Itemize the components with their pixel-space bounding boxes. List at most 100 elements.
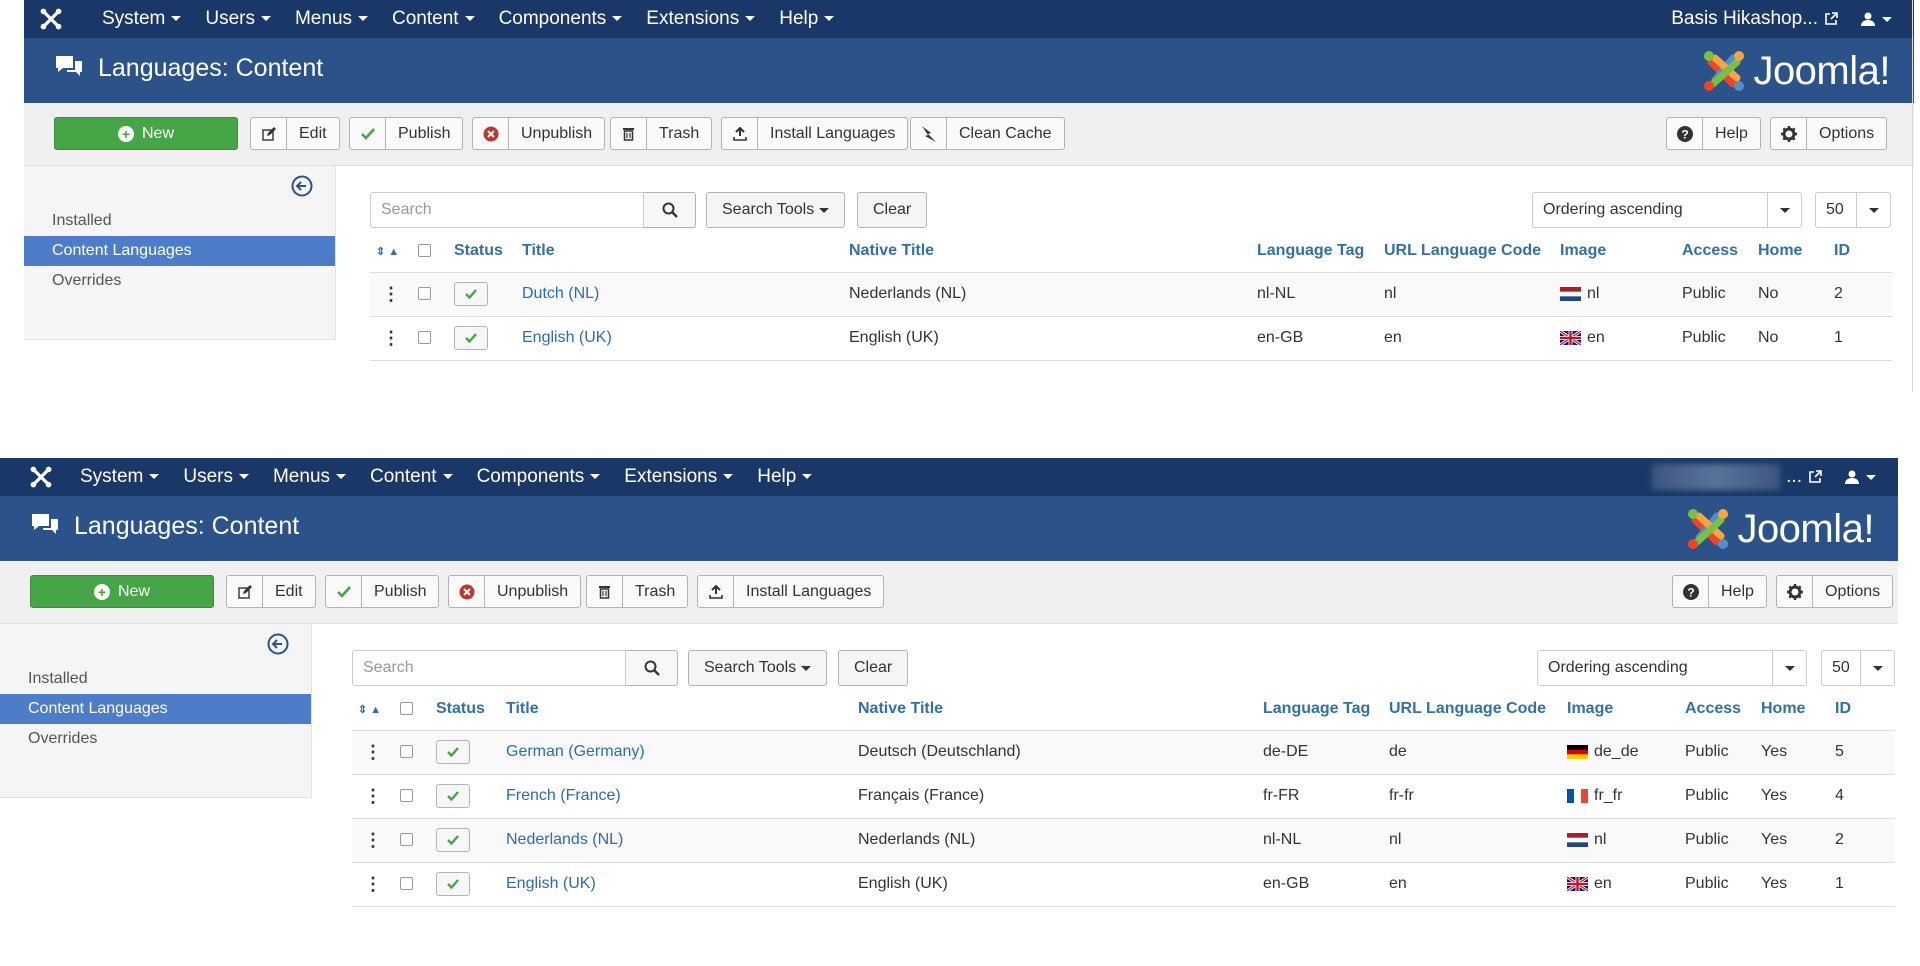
publish-button[interactable]: Publish xyxy=(349,117,464,150)
limit-select[interactable]: 50 xyxy=(1815,192,1891,228)
col-id[interactable]: ID xyxy=(1828,230,1892,273)
col-access[interactable]: Access xyxy=(1679,688,1755,731)
sidebar-item-content-languages[interactable]: Content Languages xyxy=(0,694,311,724)
options-button[interactable]: Options xyxy=(1770,117,1888,150)
limit-select[interactable]: 50 xyxy=(1821,650,1895,686)
install-languages-button[interactable]: Install Languages xyxy=(721,117,909,150)
home-cell[interactable]: Yes xyxy=(1755,861,1829,907)
clean-cache-button[interactable]: Clean Cache xyxy=(910,117,1065,150)
new-button[interactable]: + New xyxy=(54,117,238,150)
edit-button[interactable]: Edit xyxy=(226,575,316,608)
col-title[interactable]: Title xyxy=(500,688,852,731)
home-cell[interactable]: Yes xyxy=(1755,817,1829,862)
language-title-link[interactable]: Dutch (NL) xyxy=(522,285,599,302)
menu-system[interactable]: System xyxy=(90,0,193,38)
ordering-select[interactable]: Ordering ascending xyxy=(1537,650,1807,686)
language-title-link[interactable]: English (UK) xyxy=(506,875,596,892)
menu-menus[interactable]: Menus xyxy=(261,458,358,496)
sidebar-item-overrides[interactable]: Overrides xyxy=(24,266,335,296)
col-status[interactable]: Status xyxy=(430,688,500,731)
col-id[interactable]: ID xyxy=(1829,688,1895,731)
sidebar-item-installed[interactable]: Installed xyxy=(24,206,335,236)
sidebar-item-content-languages[interactable]: Content Languages xyxy=(24,236,335,266)
language-title-link[interactable]: Nederlands (NL) xyxy=(506,831,623,848)
help-button[interactable]: ? Help xyxy=(1666,117,1761,150)
col-native-title[interactable]: Native Title xyxy=(852,688,1257,731)
menu-components[interactable]: Components xyxy=(465,458,613,496)
row-checkbox[interactable] xyxy=(400,745,413,759)
row-checkbox[interactable] xyxy=(418,287,431,301)
home-cell[interactable]: Yes xyxy=(1755,773,1829,818)
drag-handle-icon[interactable]: ⋮ xyxy=(370,315,412,361)
search-tools-button[interactable]: Search Tools xyxy=(688,650,828,686)
search-button[interactable] xyxy=(626,650,678,686)
user-menu[interactable] xyxy=(1860,11,1892,27)
language-title-link[interactable]: French (France) xyxy=(506,787,621,804)
menu-users[interactable]: Users xyxy=(193,0,283,38)
clear-button[interactable]: Clear xyxy=(857,192,928,228)
menu-menus[interactable]: Menus xyxy=(283,0,380,38)
ordering-select[interactable]: Ordering ascending xyxy=(1532,192,1802,228)
edit-button[interactable]: Edit xyxy=(250,117,340,150)
ordering-sort-header[interactable]: ⇕ ▲ xyxy=(352,688,394,731)
col-image[interactable]: Image xyxy=(1554,230,1676,273)
col-language-tag[interactable]: Language Tag xyxy=(1251,230,1378,273)
col-status[interactable]: Status xyxy=(448,230,516,273)
new-button[interactable]: + New xyxy=(30,575,214,608)
drag-handle-icon[interactable]: ⋮ xyxy=(370,271,412,316)
language-title-link[interactable]: English (UK) xyxy=(522,329,612,346)
options-button[interactable]: Options xyxy=(1776,575,1894,608)
drag-handle-icon[interactable]: ⋮ xyxy=(352,817,394,862)
published-toggle[interactable] xyxy=(436,872,470,896)
menu-extensions[interactable]: Extensions xyxy=(634,0,767,38)
menu-users[interactable]: Users xyxy=(171,458,261,496)
published-toggle[interactable] xyxy=(454,282,488,306)
col-title[interactable]: Title xyxy=(516,230,843,273)
drag-handle-icon[interactable]: ⋮ xyxy=(352,773,394,818)
col-url-code[interactable]: URL Language Code xyxy=(1383,688,1561,731)
sidebar-item-overrides[interactable]: Overrides xyxy=(0,724,311,754)
home-cell[interactable]: No xyxy=(1752,315,1828,361)
unpublish-button[interactable]: Unpublish xyxy=(448,575,582,608)
col-home[interactable]: Home xyxy=(1752,230,1828,273)
menu-extensions[interactable]: Extensions xyxy=(612,458,745,496)
trash-button[interactable]: Trash xyxy=(586,575,689,608)
home-cell[interactable]: No xyxy=(1752,271,1828,316)
search-input[interactable] xyxy=(370,192,644,228)
search-button[interactable] xyxy=(644,192,696,228)
select-all-checkbox[interactable] xyxy=(418,244,431,258)
row-checkbox[interactable] xyxy=(400,833,413,847)
menu-help[interactable]: Help xyxy=(745,458,824,496)
col-url-code[interactable]: URL Language Code xyxy=(1378,230,1554,273)
search-tools-button[interactable]: Search Tools xyxy=(706,192,846,228)
published-toggle[interactable] xyxy=(436,828,470,852)
site-link[interactable]: Basis Hikashop... xyxy=(1671,8,1838,30)
menu-content[interactable]: Content xyxy=(380,0,487,38)
published-toggle[interactable] xyxy=(436,740,470,764)
search-input[interactable] xyxy=(352,650,626,686)
unpublish-button[interactable]: Unpublish xyxy=(472,117,606,150)
col-home[interactable]: Home xyxy=(1755,688,1829,731)
site-link[interactable]: ... xyxy=(1652,464,1822,490)
col-image[interactable]: Image xyxy=(1561,688,1679,731)
clear-button[interactable]: Clear xyxy=(838,650,909,686)
published-toggle[interactable] xyxy=(436,784,470,808)
joomla-small-icon[interactable] xyxy=(28,464,54,490)
select-all-checkbox[interactable] xyxy=(400,702,413,716)
row-checkbox[interactable] xyxy=(418,331,431,345)
row-checkbox[interactable] xyxy=(400,877,413,891)
col-native-title[interactable]: Native Title xyxy=(843,230,1251,273)
home-cell[interactable]: Yes xyxy=(1755,729,1829,774)
menu-components[interactable]: Components xyxy=(487,0,635,38)
install-languages-button[interactable]: Install Languages xyxy=(697,575,885,608)
menu-system[interactable]: System xyxy=(68,458,171,496)
drag-handle-icon[interactable]: ⋮ xyxy=(352,729,394,774)
help-button[interactable]: ? Help xyxy=(1672,575,1767,608)
ordering-sort-header[interactable]: ⇕ ▲ xyxy=(370,230,412,273)
col-access[interactable]: Access xyxy=(1676,230,1752,273)
drag-handle-icon[interactable]: ⋮ xyxy=(352,861,394,907)
user-menu[interactable] xyxy=(1844,469,1876,485)
published-toggle[interactable] xyxy=(454,326,488,350)
menu-help[interactable]: Help xyxy=(767,0,846,38)
language-title-link[interactable]: German (Germany) xyxy=(506,743,645,760)
